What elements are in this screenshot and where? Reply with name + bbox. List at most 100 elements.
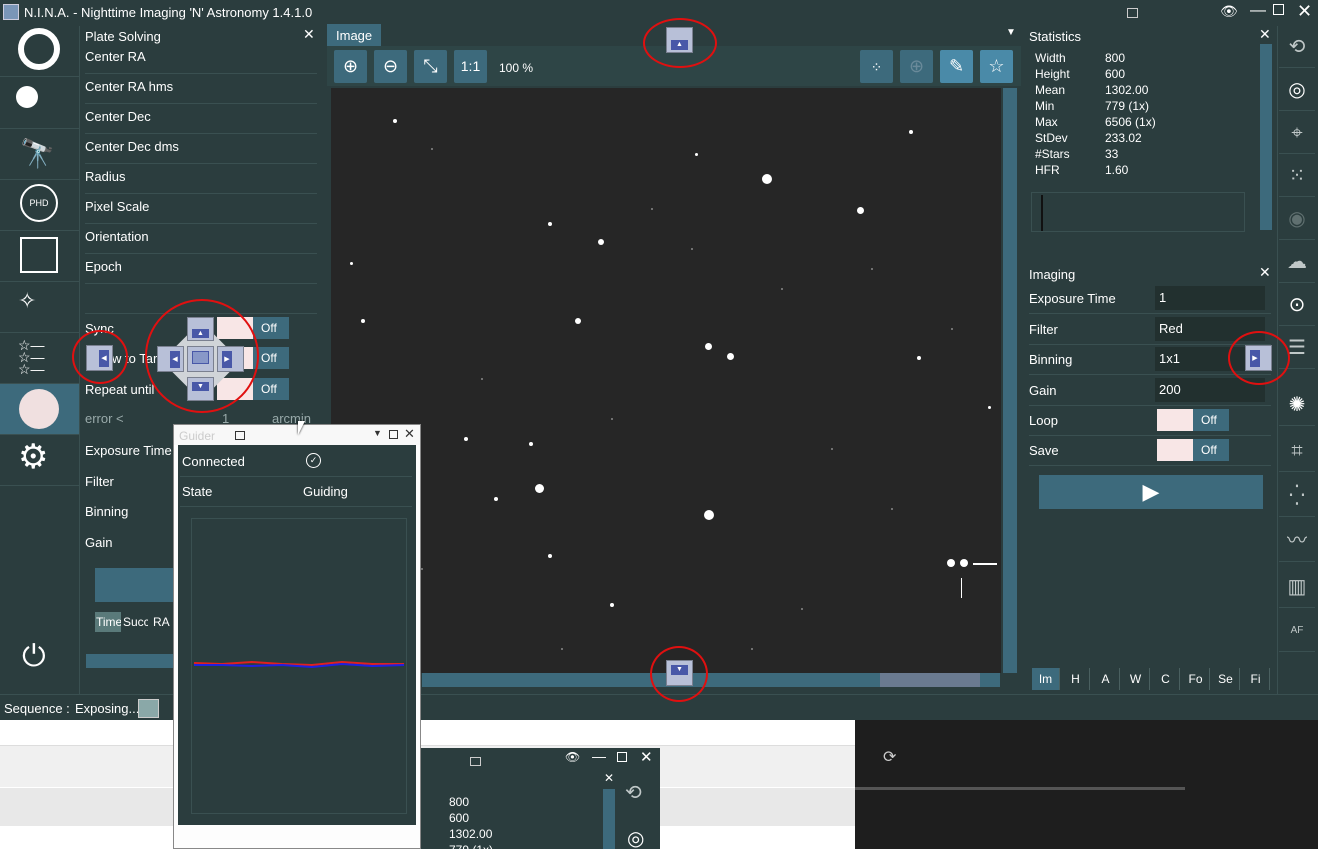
history-button[interactable]: ⟲	[1279, 26, 1315, 68]
second-window-scrollbar[interactable]	[603, 789, 615, 849]
sidebar-sequence[interactable]: ☆— ☆— ☆—	[0, 333, 79, 384]
guider-maximize[interactable]	[389, 430, 398, 439]
focuser-panel-button[interactable]: ◉	[1279, 198, 1315, 240]
imaging-save-row: Save	[1029, 436, 1271, 466]
filterwheel-panel-button[interactable]: ✺	[1279, 384, 1315, 426]
star	[548, 554, 552, 558]
star	[857, 207, 864, 214]
tab-a[interactable]: A	[1092, 668, 1120, 690]
star-marker-vertical	[961, 578, 962, 598]
tab-h[interactable]: H	[1062, 668, 1090, 690]
tab-se[interactable]: Se	[1212, 668, 1240, 690]
graph-panel-button[interactable]: 〰	[1279, 520, 1315, 562]
close-window-button[interactable]: ✕	[1297, 1, 1312, 22]
guider-divider2	[180, 506, 412, 507]
sidebar-filter-wheel[interactable]	[0, 78, 79, 129]
zoom-in-button[interactable]: ⊕	[334, 50, 367, 83]
star	[535, 484, 544, 493]
filter-panel-button[interactable]: ⁙	[1279, 155, 1315, 197]
row-center-ra: Center RA	[85, 44, 317, 74]
second-window-history-icon[interactable]: ⟲	[625, 780, 642, 805]
second-window-dock-icon[interactable]	[470, 757, 481, 766]
stars-panel-button[interactable]: ⁛	[1279, 475, 1315, 517]
exposure-input[interactable]: 1	[1155, 286, 1265, 310]
star-field-image[interactable]	[331, 88, 1001, 673]
stat-hfr-value: 1.60	[1105, 163, 1129, 177]
image-tab[interactable]: Image	[327, 24, 381, 46]
loop-toggle[interactable]: Off	[1157, 409, 1229, 431]
second-window-maximize[interactable]	[617, 752, 627, 762]
guider-panel-button[interactable]: ⊙	[1279, 284, 1315, 326]
sidebar-framing[interactable]: ✧	[0, 282, 79, 333]
stat-min-value: 779 (1x)	[1105, 99, 1150, 113]
plate-solving-close[interactable]: ✕	[303, 26, 315, 43]
sidebar-telescope[interactable]: 🔭	[0, 129, 79, 180]
sidebar-imaging[interactable]	[0, 384, 79, 435]
guider-dock-icon[interactable]	[235, 431, 245, 440]
zoom-out-button[interactable]: ⊖	[374, 50, 407, 83]
ps-scrollbar[interactable]	[86, 654, 176, 668]
fit-arrows-icon: ⤡	[423, 56, 438, 76]
guider-dropdown[interactable]: ▼	[373, 428, 382, 438]
crosshair-button[interactable]: ⊕	[900, 50, 933, 83]
image-panel-menu[interactable]: ▼	[1006, 27, 1016, 38]
second-window-minimize[interactable]: —	[592, 748, 606, 764]
minimize-button[interactable]: —	[1250, 2, 1266, 20]
second-window-close[interactable]: ✕	[640, 748, 653, 766]
repeat-icon[interactable]: ⟳	[883, 747, 896, 767]
image-vscrollbar[interactable]	[1003, 88, 1017, 673]
histogram-panel-button[interactable]: ▥	[1279, 566, 1315, 608]
detect-stars-button[interactable]: ⁘	[860, 50, 893, 83]
imaging-close[interactable]: ✕	[1259, 264, 1271, 281]
second-window-shutter-icon[interactable]: ◎	[627, 826, 644, 851]
guider-state-label: State	[182, 484, 213, 499]
histogram-box	[1031, 192, 1245, 232]
ps-col-ra[interactable]: RA	[150, 612, 173, 632]
image-hscrollbar[interactable]	[422, 673, 1000, 687]
focuser-icon: ◉	[1288, 208, 1306, 230]
tab-w[interactable]: W	[1122, 668, 1150, 690]
second-window-eye-icon[interactable]: 👁	[565, 750, 580, 764]
power-icon[interactable]: ⏻	[22, 640, 46, 674]
annotate-stars-button[interactable]: ☆	[980, 50, 1013, 83]
telescope-panel-button[interactable]: ⌖	[1279, 112, 1315, 154]
guider-titlebar[interactable]: Guider ▼ ✕	[174, 425, 420, 445]
star	[393, 119, 397, 123]
tab-fo[interactable]: Fo	[1182, 668, 1210, 690]
eye-icon[interactable]: 👁	[1220, 3, 1238, 20]
sidebar-guider[interactable]: PHD	[0, 180, 79, 231]
star	[598, 239, 604, 245]
camera-panel-button[interactable]: ◎	[1279, 69, 1315, 111]
star-cluster-icon: ⁛	[1289, 485, 1305, 507]
ps-col-time[interactable]: Time	[95, 612, 121, 632]
zoom-1to1-button[interactable]: 1:1	[454, 50, 487, 83]
star	[610, 603, 614, 607]
map-icon	[20, 237, 58, 273]
dots-icon: ⁙	[1288, 165, 1306, 187]
restore-panels-icon[interactable]	[1127, 8, 1138, 18]
ps-solve-button[interactable]	[95, 568, 175, 602]
sky-chart-icon	[19, 389, 59, 429]
tab-c[interactable]: C	[1152, 668, 1180, 690]
sidebar-camera[interactable]	[0, 26, 79, 77]
weather-panel-button[interactable]: ☁	[1279, 241, 1315, 283]
sidebar-options[interactable]: ⚙	[0, 435, 79, 486]
zoom-percent: 100 %	[499, 61, 534, 75]
maximize-button[interactable]	[1273, 4, 1284, 15]
star-marker-horizontal	[973, 563, 997, 565]
guider-close[interactable]: ✕	[404, 426, 415, 442]
statistics-scrollbar[interactable]	[1260, 44, 1272, 230]
ps-col-succ[interactable]: Succ	[122, 612, 148, 632]
second-window-stats-close[interactable]: ✕	[604, 771, 614, 785]
sidebar-sky-atlas[interactable]	[0, 231, 79, 282]
fit-button[interactable]: ⤡	[414, 50, 447, 83]
auto-stretch-button[interactable]: ✎	[940, 50, 973, 83]
autofocus-panel-button[interactable]: AF	[1279, 610, 1315, 652]
save-toggle[interactable]: Off	[1157, 439, 1229, 461]
hscroll-thumb[interactable]	[880, 673, 980, 687]
crop-panel-button[interactable]: ⌗	[1279, 430, 1315, 472]
statistics-close[interactable]: ✕	[1259, 26, 1271, 43]
start-capture-button[interactable]: ▶	[1039, 475, 1263, 509]
tab-fi[interactable]: Fi	[1242, 668, 1270, 690]
tab-im[interactable]: Im	[1032, 668, 1060, 690]
